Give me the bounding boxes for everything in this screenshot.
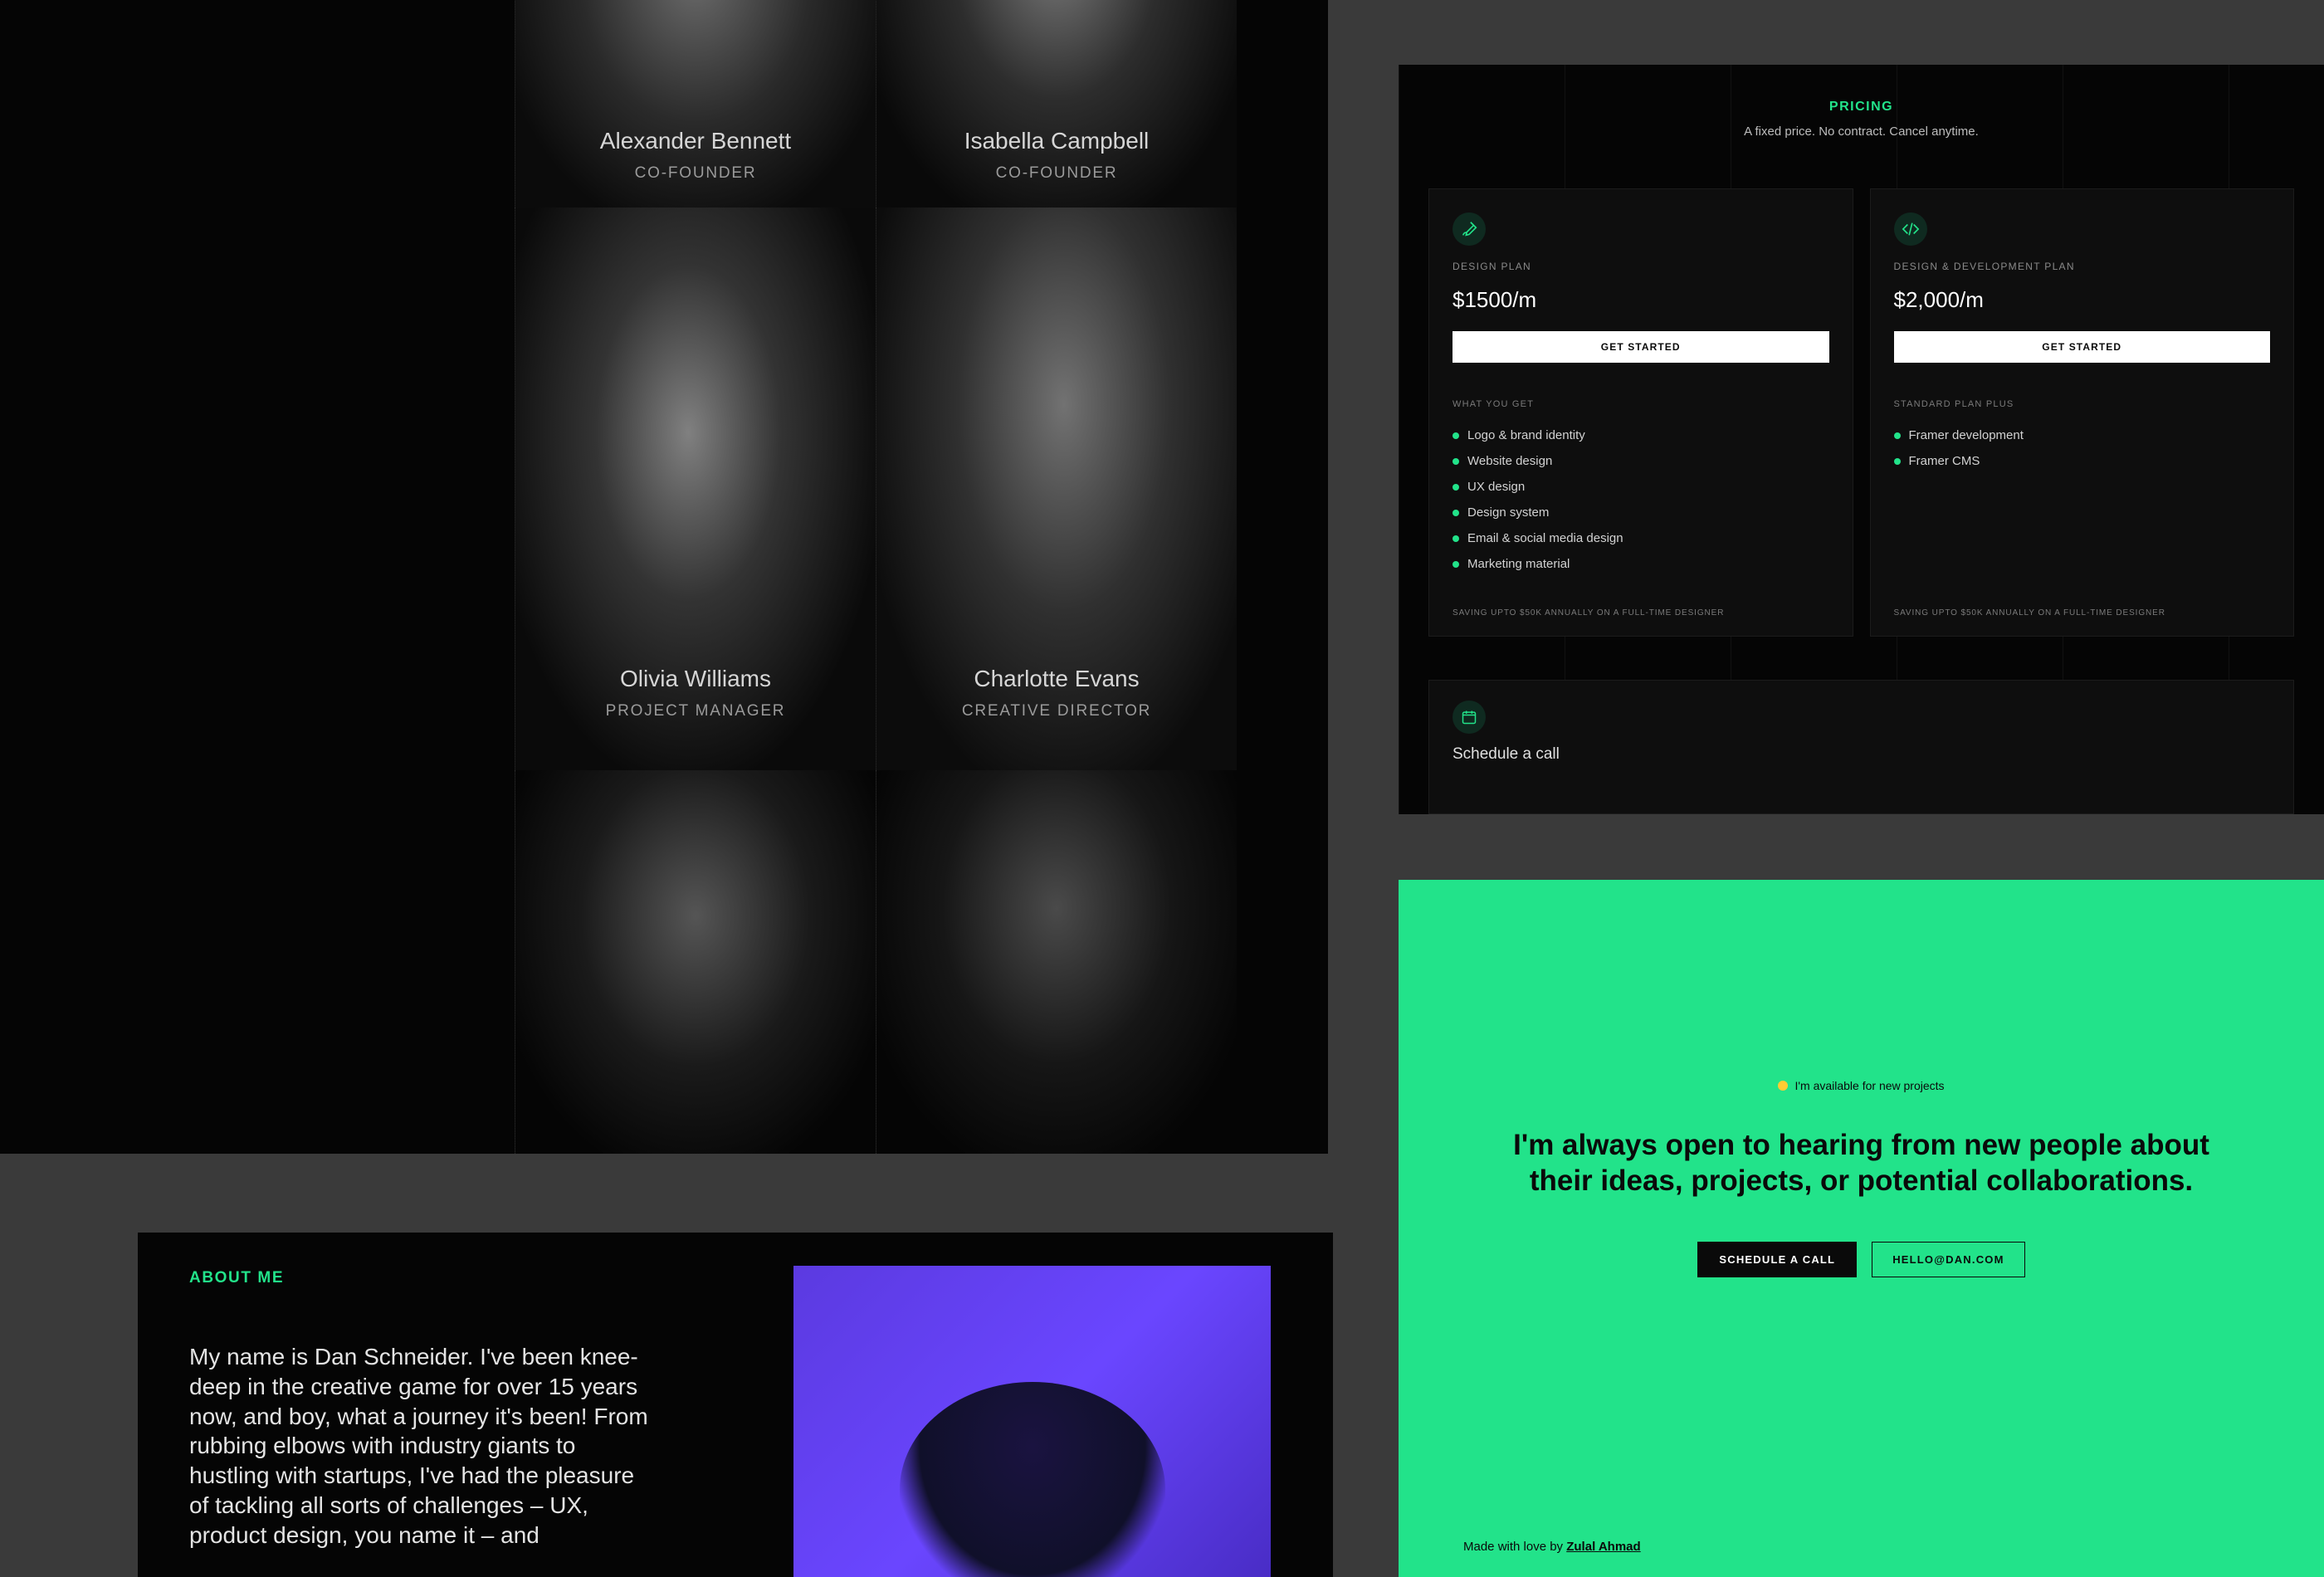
footer-credit-link[interactable]: Zulal Ahmad [1566, 1540, 1640, 1554]
pricing-cards: DESIGN PLAN $1500/m GET STARTED WHAT YOU… [1399, 139, 2324, 637]
plan-price: $1500/m [1452, 287, 1829, 313]
about-panel: ABOUT ME My name is Dan Schneider. I've … [138, 1233, 1333, 1577]
plan-feature: Marketing material [1452, 551, 1829, 577]
team-card: Olivia Williams PROJECT MANAGER [515, 208, 876, 770]
plan-feature-text: Logo & brand identity [1467, 428, 1585, 442]
team-member-name: Charlotte Evans [876, 666, 1237, 692]
check-dot-icon [1452, 561, 1459, 568]
about-eyebrow: ABOUT ME [189, 1269, 654, 1287]
team-member-name: Alexander Bennett [515, 128, 876, 154]
portrait-image [515, 770, 876, 1154]
team-member-role: PROJECT MANAGER [515, 702, 876, 720]
plan-feature-text: Design system [1467, 505, 1549, 520]
team-panel: rates valued port in e world. , strategi… [0, 0, 1328, 1154]
plan-feature: Logo & brand identity [1452, 422, 1829, 448]
plan-features: Framer development Framer CMS [1894, 422, 2271, 474]
team-member-name: Olivia Williams [515, 666, 876, 692]
plan-footnote: SAVING UPTO $50K ANNUALLY ON A FULL-TIME… [1452, 608, 1829, 618]
team-copy: rates valued port in e world. , strategi… [0, 42, 141, 644]
availability-badge: I'm available for new projects [1778, 1079, 1944, 1092]
get-started-button[interactable]: GET STARTED [1894, 331, 2271, 363]
calendar-icon [1452, 701, 1486, 734]
code-icon [1894, 212, 1927, 246]
check-dot-icon [1452, 510, 1459, 516]
schedule-call-button[interactable]: SCHEDULE A CALL [1697, 1242, 1857, 1277]
get-started-button[interactable]: GET STARTED [1452, 331, 1829, 363]
team-member-role: CO-FOUNDER [515, 164, 876, 183]
portrait-image [876, 770, 1237, 1154]
plan-feature: UX design [1452, 474, 1829, 500]
pricing-card-dev: DESIGN & DEVELOPMENT PLAN $2,000/m GET S… [1870, 188, 2295, 637]
plan-feature-text: Framer CMS [1909, 454, 1980, 468]
team-card: Charlotte Evans CREATIVE DIRECTOR [876, 208, 1237, 770]
cta-heading: I'm always open to hearing from new peop… [1498, 1128, 2224, 1199]
plan-footnote: SAVING UPTO $50K ANNUALLY ON A FULL-TIME… [1894, 608, 2271, 618]
team-paragraph-2: ng approach, ut brands ople and [0, 433, 141, 535]
team-member-role: CREATIVE DIRECTOR [876, 702, 1237, 720]
plan-feature: Framer development [1894, 422, 2271, 448]
team-caption: Charlotte Evans CREATIVE DIRECTOR [876, 666, 1237, 720]
pricing-subtitle: A fixed price. No contract. Cancel anyti… [1399, 124, 2324, 139]
team-grid: Alexander Bennett CO-FOUNDER Isabella Ca… [515, 0, 1237, 1154]
plan-feature-text: Website design [1467, 454, 1552, 468]
team-card [515, 770, 876, 1154]
team-heading: rates valued port in e world. [0, 42, 141, 251]
status-dot-icon [1778, 1081, 1788, 1091]
plan-feature: Framer CMS [1894, 448, 2271, 474]
email-button[interactable]: HELLO@DAN.COM [1872, 1242, 2024, 1277]
about-content: ABOUT ME My name is Dan Schneider. I've … [189, 1269, 654, 1550]
plan-feature-text: Marketing material [1467, 557, 1570, 571]
plan-feature-text: Framer development [1909, 428, 2024, 442]
footer-prefix: Made with love by [1463, 1540, 1566, 1554]
check-dot-icon [1452, 458, 1459, 465]
team-member-role: CO-FOUNDER [876, 164, 1237, 183]
check-dot-icon [1894, 458, 1901, 465]
team-caption: Olivia Williams PROJECT MANAGER [515, 666, 876, 720]
plan-price: $2,000/m [1894, 287, 2271, 313]
plan-section-label: WHAT YOU GET [1452, 399, 1829, 409]
check-dot-icon [1452, 432, 1459, 439]
plan-features: Logo & brand identity Website design UX … [1452, 422, 1829, 577]
pricing-eyebrow: PRICING [1399, 100, 2324, 115]
team-card [876, 770, 1237, 1154]
team-member-name: Isabella Campbell [876, 128, 1237, 154]
brush-icon [1452, 212, 1486, 246]
cta-inner: I'm available for new projects I'm alway… [1399, 1079, 2324, 1277]
plan-feature-text: Email & social media design [1467, 531, 1623, 545]
schedule-call-card[interactable]: Schedule a call [1428, 680, 2294, 814]
plan-feature: Design system [1452, 500, 1829, 525]
about-portrait-image [793, 1266, 1271, 1577]
check-dot-icon [1452, 484, 1459, 491]
team-caption: Alexander Bennett CO-FOUNDER [515, 128, 876, 183]
plan-section-label: STANDARD PLAN PLUS [1894, 399, 2271, 409]
availability-text: I'm available for new projects [1794, 1079, 1944, 1092]
team-card: Alexander Bennett CO-FOUNDER [515, 0, 876, 208]
plan-feature-text: UX design [1467, 480, 1525, 494]
team-card: Isabella Campbell CO-FOUNDER [876, 0, 1237, 208]
cta-footer: Made with love by Zulal Ahmad [1463, 1540, 1641, 1554]
pricing-panel: PRICING A fixed price. No contract. Canc… [1399, 65, 2324, 814]
plan-feature: Website design [1452, 448, 1829, 474]
check-dot-icon [1452, 535, 1459, 542]
plan-feature: Email & social media design [1452, 525, 1829, 551]
cta-buttons: SCHEDULE A CALL HELLO@DAN.COM [1697, 1242, 2024, 1277]
plan-label: DESIGN PLAN [1452, 261, 1829, 272]
pricing-card-design: DESIGN PLAN $1500/m GET STARTED WHAT YOU… [1428, 188, 1853, 637]
plan-label: DESIGN & DEVELOPMENT PLAN [1894, 261, 2271, 272]
team-caption: Isabella Campbell CO-FOUNDER [876, 128, 1237, 183]
team-paragraph-1: , strategists, their full and [0, 295, 141, 397]
about-text: My name is Dan Schneider. I've been knee… [189, 1342, 654, 1550]
schedule-call-title: Schedule a call [1452, 745, 2270, 764]
pricing-header: PRICING A fixed price. No contract. Canc… [1399, 65, 2324, 139]
check-dot-icon [1894, 432, 1901, 439]
cta-panel: I'm available for new projects I'm alway… [1399, 880, 2324, 1577]
